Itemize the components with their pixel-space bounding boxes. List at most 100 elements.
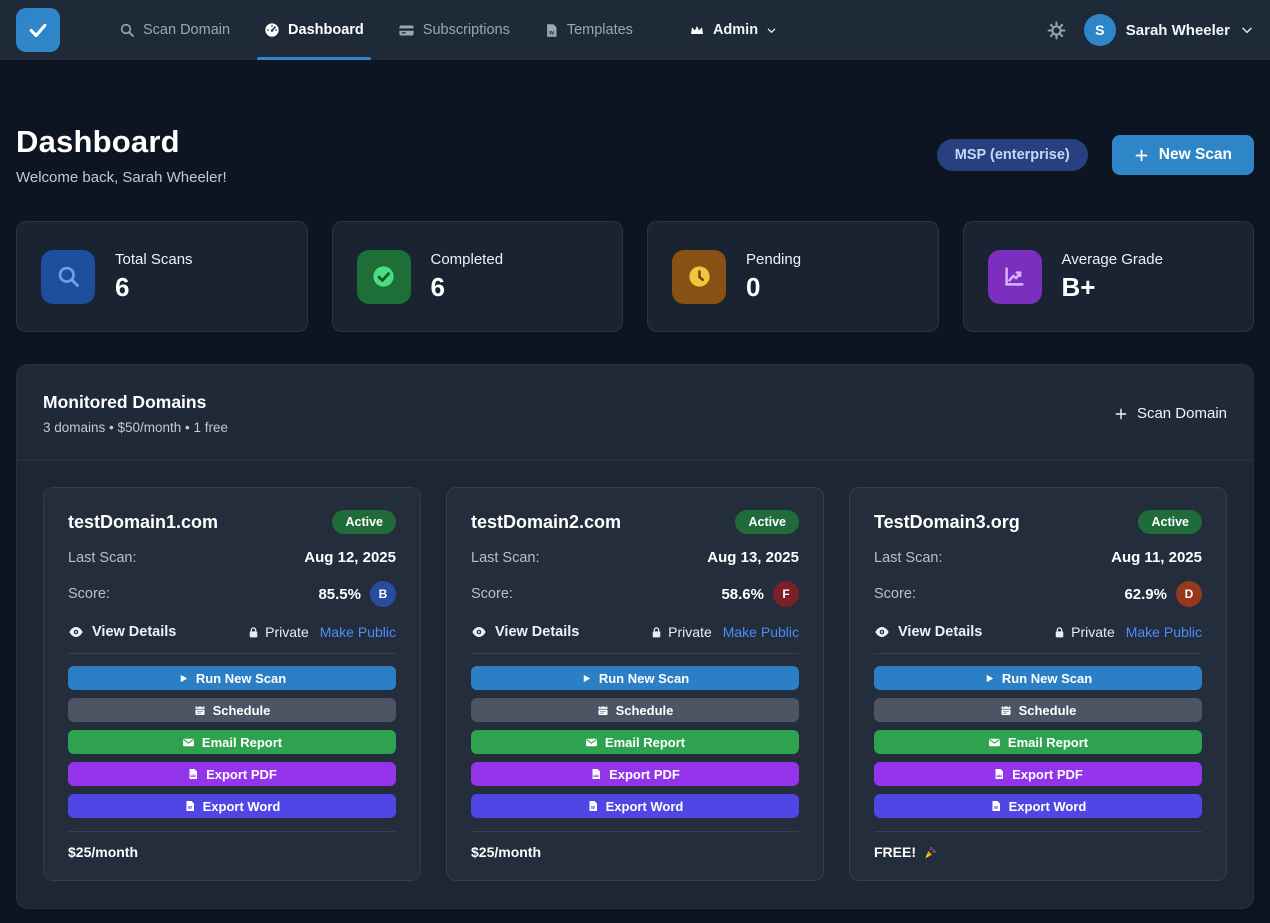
calendar-icon [597,704,609,716]
run-new-scan-button[interactable]: Run New Scan [68,666,396,690]
stat-label: Completed [431,251,504,268]
clock-icon [672,250,726,304]
domain-card-top: TestDomain3.org Active [874,510,1202,534]
schedule-button[interactable]: Schedule [471,698,799,722]
export-pdf-label: Export PDF [206,767,277,782]
stat-card-completed: Completed 6 [332,221,624,332]
price-text: $25/month [471,844,541,860]
domain-card: TestDomain3.org Active Last Scan: Aug 11… [849,487,1227,881]
email-report-label: Email Report [1008,735,1088,750]
make-public-link[interactable]: Make Public [320,624,396,640]
nav-item-label: Templates [567,22,633,38]
crown-icon [689,22,705,38]
domain-price: $25/month [68,844,396,860]
monitored-domains-section: Monitored Domains 3 domains • $50/month … [16,364,1254,909]
last-scan-value: Aug 11, 2025 [1111,549,1202,566]
make-public-link[interactable]: Make Public [1126,624,1202,640]
page-subtitle: Welcome back, Sarah Wheeler! [16,169,227,186]
email-report-button[interactable]: Email Report [471,730,799,754]
svg-text:w: w [187,805,192,811]
nav-right: S Sarah Wheeler [1047,0,1254,60]
domain-links-row: View Details Private Make Public [68,624,396,640]
envelope-icon [182,736,195,749]
schedule-label: Schedule [213,703,271,718]
search-icon [41,250,95,304]
schedule-button[interactable]: Schedule [874,698,1202,722]
last-scan-row: Last Scan: Aug 13, 2025 [471,549,799,566]
export-pdf-button[interactable]: PDF Export PDF [471,762,799,786]
nav-item-admin[interactable]: Admin [672,0,794,60]
run-new-scan-button[interactable]: Run New Scan [874,666,1202,690]
price-text: $25/month [68,844,138,860]
lock-icon [247,626,260,639]
view-details-link[interactable]: View Details [68,624,176,640]
page-header-actions: MSP (enterprise) New Scan [937,135,1254,175]
scan-domain-label: Scan Domain [1137,405,1227,422]
nav-item-subscriptions[interactable]: Subscriptions [381,0,527,60]
score-value: 62.9% [1124,586,1167,603]
score-label: Score: [874,586,916,602]
svg-text:w: w [993,805,998,811]
export-word-label: Export Word [203,799,281,814]
export-word-button[interactable]: w Export Word [68,794,396,818]
scan-domain-button[interactable]: Scan Domain [1114,405,1227,422]
divider [874,831,1202,832]
stats-row: Total Scans 6 Completed 6 Pending 0 [16,221,1254,332]
last-scan-value: Aug 13, 2025 [707,549,799,566]
pdf-file-icon: PDF [187,768,199,780]
run-new-scan-label: Run New Scan [599,671,689,686]
section-header: Monitored Domains 3 domains • $50/month … [17,365,1253,461]
lock-icon [650,626,663,639]
domain-links-row: View Details Private Make Public [471,624,799,640]
score-value: 85.5% [318,586,361,603]
private-text: Private [265,624,309,640]
svg-text:PDF: PDF [997,776,1002,778]
last-scan-label: Last Scan: [471,550,540,566]
pdf-file-icon: PDF [590,768,602,780]
domain-name: testDomain1.com [68,512,218,533]
page-title: Dashboard [16,124,227,160]
gear-icon[interactable] [1047,21,1066,40]
view-details-label: View Details [92,624,176,640]
word-file-icon: w [587,800,599,812]
nav-item-scan-domain[interactable]: Scan Domain [102,0,247,60]
private-text: Private [668,624,712,640]
export-word-button[interactable]: w Export Word [874,794,1202,818]
svg-text:w: w [548,29,554,36]
stat-text: Total Scans 6 [115,251,193,303]
brand-logo[interactable] [16,8,60,52]
eye-icon [471,624,487,640]
word-file-icon: w [544,23,559,38]
view-details-link[interactable]: View Details [874,624,982,640]
make-public-link[interactable]: Make Public [723,624,799,640]
eye-icon [68,624,84,640]
domain-card-top: testDomain2.com Active [471,510,799,534]
email-report-button[interactable]: Email Report [68,730,396,754]
new-scan-button[interactable]: New Scan [1112,135,1254,175]
view-details-link[interactable]: View Details [471,624,579,640]
main-content: Dashboard Welcome back, Sarah Wheeler! M… [0,124,1270,909]
view-details-label: View Details [495,624,579,640]
domain-links-row: View Details Private Make Public [874,624,1202,640]
nav-item-templates[interactable]: w Templates [527,0,650,60]
envelope-icon [988,736,1001,749]
status-badge: Active [332,510,396,534]
status-badge: Active [1138,510,1202,534]
last-scan-label: Last Scan: [874,550,943,566]
export-word-button[interactable]: w Export Word [471,794,799,818]
stat-value: 0 [746,272,801,303]
user-menu[interactable]: S Sarah Wheeler [1084,14,1254,46]
export-word-label: Export Word [606,799,684,814]
export-pdf-button[interactable]: PDF Export PDF [68,762,396,786]
schedule-button[interactable]: Schedule [68,698,396,722]
nav-item-dashboard[interactable]: Dashboard [247,0,381,60]
run-new-scan-button[interactable]: Run New Scan [471,666,799,690]
last-scan-row: Last Scan: Aug 11, 2025 [874,549,1202,566]
export-pdf-button[interactable]: PDF Export PDF [874,762,1202,786]
private-label: Private [1053,624,1115,640]
email-report-button[interactable]: Email Report [874,730,1202,754]
score-value-group: 62.9% D [1124,581,1202,607]
chevron-down-icon [1240,23,1254,37]
divider [471,653,799,654]
credit-card-icon [398,22,415,39]
